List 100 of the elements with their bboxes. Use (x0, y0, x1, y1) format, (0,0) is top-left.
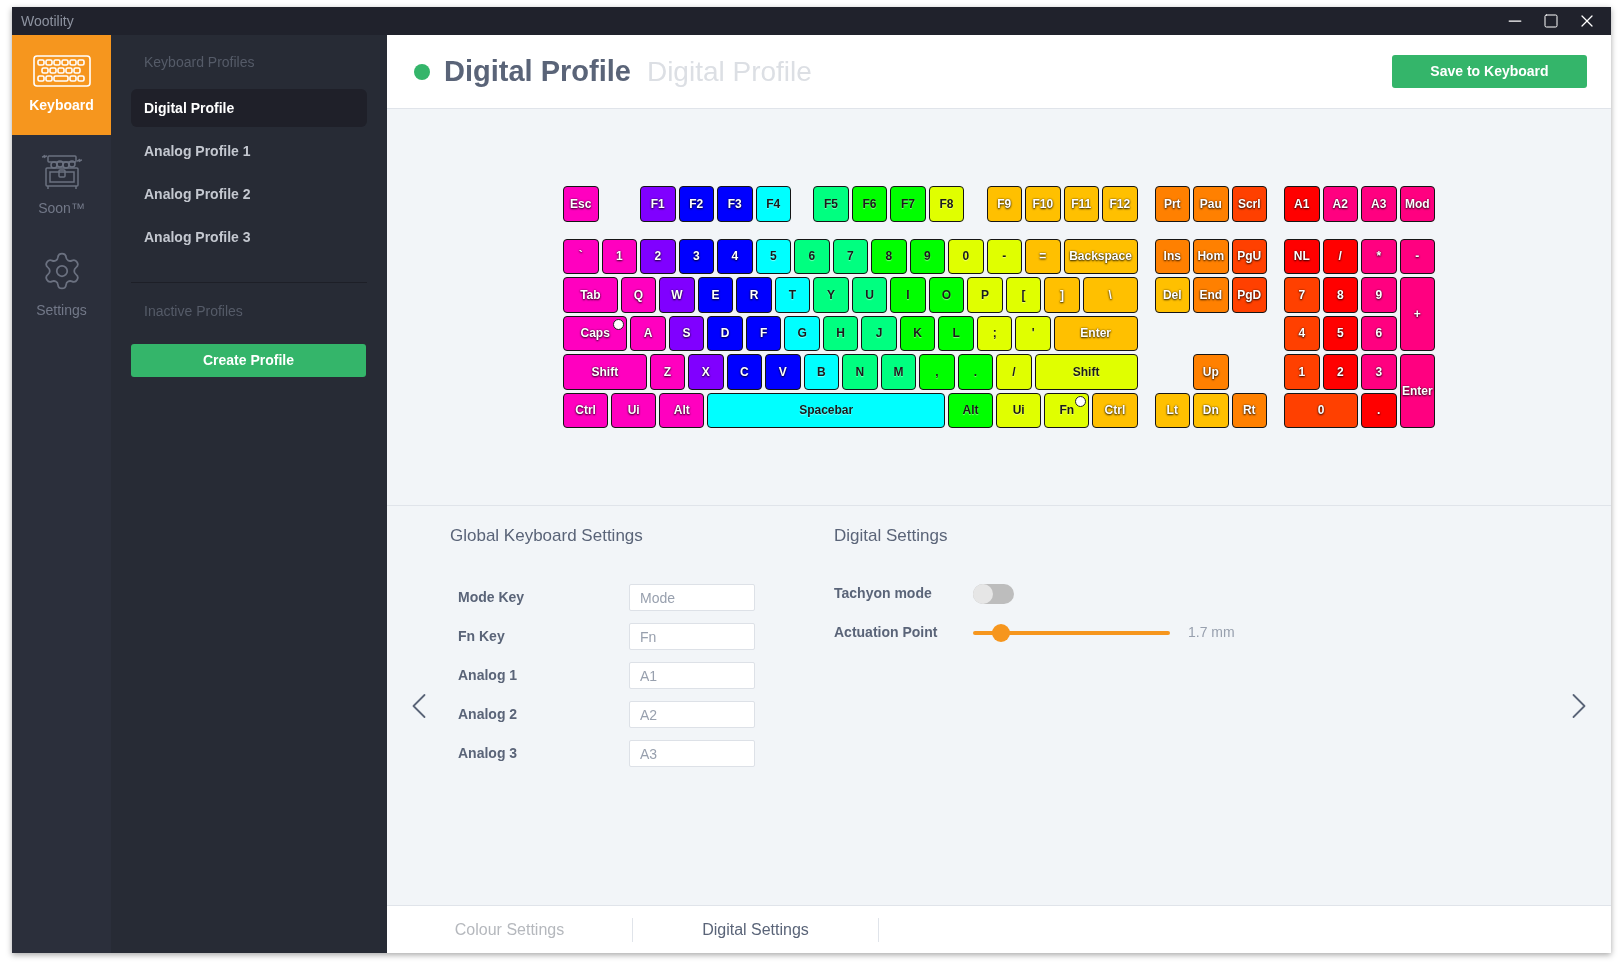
key-field[interactable]: A2 (629, 701, 755, 728)
key-cap[interactable]: 0 (1284, 392, 1358, 428)
key-cap[interactable]: 2 (1322, 354, 1358, 390)
key-cap[interactable]: A (630, 315, 666, 351)
key-cap[interactable]: G (784, 315, 820, 351)
key-cap[interactable]: 6 (794, 238, 830, 274)
key-cap[interactable]: Z (649, 354, 686, 390)
key-field[interactable]: Mode (629, 584, 755, 611)
key-cap[interactable]: A3 (1361, 186, 1397, 222)
key-cap[interactable]: W (659, 277, 695, 313)
key-cap[interactable]: 7 (832, 238, 868, 274)
key-cap[interactable]: B (803, 354, 840, 390)
profile-item[interactable]: Digital Profile (131, 89, 367, 127)
key-cap[interactable]: R (736, 277, 772, 313)
key-cap[interactable]: 6 (1361, 315, 1397, 351)
nav-item[interactable]: Soon™ (12, 135, 111, 235)
create-profile-button[interactable]: Create Profile (131, 344, 366, 377)
key-cap[interactable]: ; (976, 315, 1013, 351)
key-cap[interactable]: Ctrl (563, 392, 609, 428)
save-button[interactable]: Save to Keyboard (1392, 55, 1587, 88)
key-cap[interactable]: 9 (909, 238, 945, 274)
key-cap[interactable]: 8 (1322, 277, 1358, 313)
key-cap[interactable]: Q (620, 277, 657, 313)
tachyon-toggle[interactable] (973, 583, 1014, 604)
key-cap[interactable]: Ins (1154, 238, 1190, 274)
key-cap[interactable]: - (986, 238, 1022, 274)
key-cap[interactable]: P (967, 277, 1003, 313)
key-cap[interactable]: Scrl (1231, 186, 1267, 222)
key-cap[interactable]: ` (563, 238, 599, 274)
key-cap[interactable]: E (697, 277, 734, 313)
key-cap[interactable]: F (745, 315, 782, 351)
key-cap[interactable]: Rt (1231, 392, 1267, 428)
key-cap[interactable]: * (1361, 238, 1397, 274)
key-cap[interactable]: Shift (563, 354, 647, 390)
key-cap[interactable]: / (996, 354, 1032, 390)
key-cap[interactable]: ' (1015, 315, 1051, 351)
key-cap[interactable]: . (957, 354, 994, 390)
key-cap[interactable]: 9 (1361, 277, 1397, 313)
profile-item[interactable]: Analog Profile 1 (131, 132, 367, 170)
key-cap[interactable]: J (861, 315, 897, 351)
key-cap[interactable]: Up (1193, 354, 1229, 390)
key-cap[interactable]: NL (1284, 238, 1320, 274)
key-cap[interactable]: 5 (1322, 315, 1358, 351)
slider-thumb[interactable] (991, 623, 1010, 642)
key-cap[interactable]: 5 (755, 238, 791, 274)
key-field[interactable]: A1 (629, 662, 755, 689)
key-cap[interactable]: , (919, 354, 955, 390)
key-cap[interactable]: F2 (678, 186, 714, 222)
key-cap[interactable]: M (880, 354, 917, 390)
key-cap[interactable]: A1 (1284, 186, 1320, 222)
key-cap[interactable]: L (938, 315, 974, 351)
key-cap[interactable]: T (774, 277, 811, 313)
key-cap[interactable]: PgD (1231, 277, 1267, 313)
key-cap[interactable]: 8 (871, 238, 907, 274)
key-cap[interactable]: Shift (1034, 354, 1138, 390)
key-cap[interactable]: Hom (1193, 238, 1229, 274)
key-cap[interactable]: H (822, 315, 859, 351)
key-cap[interactable]: S (668, 315, 705, 351)
key-cap[interactable]: Fn (1044, 392, 1090, 428)
key-cap[interactable]: F7 (890, 186, 926, 222)
key-cap[interactable]: 4 (717, 238, 753, 274)
key-cap[interactable]: Spacebar (707, 392, 945, 428)
nav-item[interactable]: Settings (12, 235, 111, 335)
actuation-slider[interactable] (973, 622, 1170, 643)
key-cap[interactable]: 4 (1284, 315, 1320, 351)
key-cap[interactable]: C (726, 354, 763, 390)
key-cap[interactable]: 7 (1284, 277, 1320, 313)
key-cap[interactable]: 3 (678, 238, 714, 274)
key-cap[interactable]: [ (1005, 277, 1042, 313)
settings-tab[interactable]: Digital Settings (633, 917, 878, 942)
key-cap[interactable]: Ui (611, 392, 657, 428)
key-cap[interactable]: Y (813, 277, 849, 313)
key-cap[interactable]: 3 (1361, 354, 1397, 390)
key-cap[interactable]: + (1399, 277, 1435, 351)
key-cap[interactable]: . (1361, 392, 1397, 428)
key-field[interactable]: Fn (629, 623, 755, 650)
key-cap[interactable]: F8 (928, 186, 965, 222)
key-cap[interactable]: F5 (813, 186, 849, 222)
key-cap[interactable]: 2 (640, 238, 676, 274)
maximize-icon[interactable] (1543, 13, 1559, 29)
key-cap[interactable]: X (688, 354, 724, 390)
key-cap[interactable]: Alt (948, 392, 994, 428)
profile-item[interactable]: Analog Profile 3 (131, 218, 367, 256)
key-cap[interactable]: Alt (659, 392, 705, 428)
key-cap[interactable]: Esc (563, 186, 599, 222)
key-cap[interactable]: U (851, 277, 888, 313)
profile-item[interactable]: Analog Profile 2 (131, 175, 367, 213)
key-field[interactable]: A3 (629, 740, 755, 767)
key-cap[interactable]: K (899, 315, 936, 351)
key-cap[interactable]: / (1322, 238, 1358, 274)
key-cap[interactable]: N (842, 354, 878, 390)
key-cap[interactable]: 1 (601, 238, 637, 274)
key-cap[interactable]: F3 (717, 186, 753, 222)
key-cap[interactable]: 1 (1284, 354, 1320, 390)
nav-item[interactable]: Keyboard (12, 35, 111, 135)
key-cap[interactable]: Pau (1193, 186, 1229, 222)
key-cap[interactable]: Ui (996, 392, 1042, 428)
key-cap[interactable]: Mod (1399, 186, 1435, 222)
key-cap[interactable]: F1 (640, 186, 676, 222)
key-cap[interactable]: D (707, 315, 743, 351)
